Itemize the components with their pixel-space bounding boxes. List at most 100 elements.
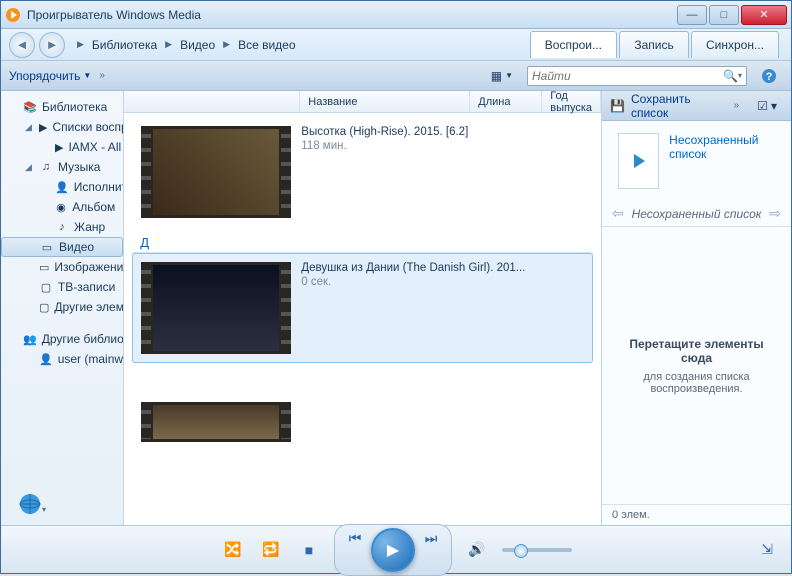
playlist-dropzone[interactable]: Перетащите элементы сюда для создания сп… bbox=[602, 227, 791, 504]
playlist-status: 0 элем. bbox=[602, 504, 791, 525]
sidebar: 📚Библиотека ◢▶Списки воспроизве ▶IAMX - … bbox=[1, 91, 124, 525]
help-button[interactable]: ? bbox=[755, 65, 783, 87]
svg-text:?: ? bbox=[766, 71, 773, 83]
repeat-button[interactable]: 🔁 bbox=[258, 537, 284, 563]
video-item[interactable]: Девушка из Дании (The Danish Girl). 201.… bbox=[132, 253, 593, 363]
volume-slider[interactable] bbox=[502, 548, 572, 552]
video-item[interactable]: Высотка (High-Rise). 2015. [6.2] 118 мин… bbox=[132, 117, 593, 227]
chevron-down-icon: ▼ bbox=[83, 71, 91, 80]
sidebar-video[interactable]: ▭Видео bbox=[1, 237, 123, 257]
video-length: 118 мин. bbox=[301, 140, 584, 152]
close-button[interactable]: ✕ bbox=[741, 5, 787, 25]
images-icon: ▭ bbox=[39, 260, 49, 274]
playlist-file-icon[interactable] bbox=[618, 133, 659, 189]
col-name[interactable]: Название bbox=[300, 91, 470, 112]
sidebar-playlist-item[interactable]: ▶IAMX - All album bbox=[1, 137, 123, 157]
stop-button[interactable]: ■ bbox=[296, 537, 322, 563]
sidebar-artist[interactable]: 👤Исполнитель bbox=[1, 177, 123, 197]
prev-button[interactable]: ⏮ bbox=[341, 528, 369, 550]
tab-burn[interactable]: Запись bbox=[619, 31, 689, 58]
collapse-icon[interactable]: ◢ bbox=[25, 122, 34, 133]
col-year[interactable]: Год выпуска bbox=[542, 91, 601, 112]
save-list-button[interactable]: Сохранить список bbox=[631, 92, 728, 120]
video-title: Девушка из Дании (The Danish Girl). 201.… bbox=[301, 262, 584, 274]
mute-button[interactable]: 🔊 bbox=[464, 537, 490, 563]
back-button[interactable]: ◄ bbox=[9, 32, 35, 58]
sidebar-other-libs[interactable]: 👥Другие библиотеки bbox=[1, 329, 123, 349]
playlist-icon: ▶ bbox=[39, 120, 47, 134]
video-list[interactable]: Высотка (High-Rise). 2015. [6.2] 118 мин… bbox=[124, 113, 601, 525]
playlist-name[interactable]: Несохраненный список bbox=[669, 133, 775, 189]
chevron-down-icon[interactable]: ▾ bbox=[738, 71, 742, 80]
playlist-toolbar: 💾 Сохранить список » ☑▾ bbox=[602, 91, 791, 121]
forward-button[interactable]: ► bbox=[39, 32, 65, 58]
sidebar-genre[interactable]: ♪Жанр bbox=[1, 217, 123, 237]
titlebar[interactable]: Проигрыватель Windows Media — □ ✕ bbox=[1, 1, 791, 29]
search-input[interactable] bbox=[532, 69, 723, 83]
video-meta: Высотка (High-Rise). 2015. [6.2] 118 мин… bbox=[301, 126, 584, 218]
column-headers: Название Длина Год выпуска bbox=[124, 91, 601, 113]
video-thumbnail[interactable] bbox=[141, 402, 291, 442]
tab-play[interactable]: Воспрои... bbox=[530, 31, 617, 58]
play-button[interactable]: ▶ bbox=[371, 528, 415, 572]
video-icon: ▭ bbox=[40, 240, 54, 254]
sidebar-library[interactable]: 📚Библиотека bbox=[1, 97, 123, 117]
playlist-header: Несохраненный список bbox=[602, 121, 791, 201]
playlist-nav-label: Несохраненный список bbox=[632, 207, 762, 221]
transport-group: ⏮ ▶ ⏭ bbox=[334, 524, 452, 576]
help-icon: ? bbox=[761, 68, 777, 84]
save-icon: 💾 bbox=[610, 99, 625, 113]
sidebar-album[interactable]: ◉Альбом bbox=[1, 197, 123, 217]
sidebar-music[interactable]: ◢♫Музыка bbox=[1, 157, 123, 177]
options-button[interactable]: ☑▾ bbox=[751, 96, 783, 116]
tab-sync[interactable]: Синхрон... bbox=[691, 31, 779, 58]
more-icon[interactable]: » bbox=[734, 100, 740, 111]
chevron-right-icon: ▶ bbox=[165, 39, 172, 50]
video-meta: Девушка из Дании (The Danish Girl). 201.… bbox=[301, 262, 584, 354]
online-stores-button[interactable]: ▾ bbox=[18, 490, 46, 518]
organize-menu[interactable]: Упорядочить ▼ bbox=[9, 69, 91, 83]
dropzone-sub: воспроизведения. bbox=[650, 383, 742, 395]
video-thumbnail[interactable] bbox=[141, 126, 291, 218]
search-box[interactable]: 🔍 ▾ bbox=[527, 66, 747, 86]
more-icon[interactable]: » bbox=[99, 70, 105, 81]
video-item[interactable] bbox=[132, 393, 593, 451]
toolbar-left: Упорядочить ▼ » ▦ ▼ 🔍 ▾ ? bbox=[1, 61, 791, 91]
switch-view-button[interactable]: ⇲ bbox=[761, 541, 773, 558]
wmp-icon bbox=[5, 7, 21, 23]
collapse-icon[interactable]: ◢ bbox=[25, 162, 34, 173]
chevron-down-icon: ▼ bbox=[505, 71, 513, 80]
svg-text:▾: ▾ bbox=[42, 505, 46, 514]
tv-icon: ▢ bbox=[39, 280, 53, 294]
playlist-nav: ⇦ Несохраненный список ⇨ bbox=[602, 201, 791, 227]
sidebar-tv[interactable]: ▢ТВ-записи bbox=[1, 277, 123, 297]
breadcrumb-video[interactable]: Видео bbox=[174, 34, 221, 56]
main-panel: Название Длина Год выпуска Высотка (High… bbox=[124, 91, 601, 525]
dropzone-sub: для создания списка bbox=[643, 371, 749, 383]
artist-icon: 👤 bbox=[55, 180, 69, 194]
view-mode-button[interactable]: ▦ ▼ bbox=[485, 66, 519, 86]
nav-bar: ◄ ► ▶ Библиотека ▶ Видео ▶ Все видео Вос… bbox=[1, 29, 791, 61]
minimize-button[interactable]: — bbox=[677, 5, 707, 25]
video-thumbnail[interactable] bbox=[141, 262, 291, 354]
sidebar-other[interactable]: ▢Другие элементы м bbox=[1, 297, 123, 317]
user-icon: 👤 bbox=[39, 352, 53, 366]
sidebar-playlists[interactable]: ◢▶Списки воспроизве bbox=[1, 117, 123, 137]
video-length: 0 сек. bbox=[301, 276, 584, 288]
playback-controls: 🔀 🔁 ■ ⏮ ▶ ⏭ 🔊 ⇲ bbox=[1, 525, 791, 573]
shuffle-button[interactable]: 🔀 bbox=[220, 537, 246, 563]
next-button[interactable]: ⏭ bbox=[417, 528, 445, 550]
search-icon[interactable]: 🔍 bbox=[723, 69, 738, 83]
col-spacer[interactable] bbox=[124, 91, 300, 112]
sidebar-images[interactable]: ▭Изображения bbox=[1, 257, 123, 277]
next-list-button[interactable]: ⇨ bbox=[769, 205, 781, 222]
prev-list-button[interactable]: ⇦ bbox=[612, 205, 624, 222]
grid-icon: ▦ bbox=[491, 69, 502, 83]
maximize-button[interactable]: □ bbox=[709, 5, 739, 25]
genre-icon: ♪ bbox=[55, 220, 69, 234]
breadcrumb-library[interactable]: Библиотека bbox=[86, 34, 163, 56]
window-title: Проигрыватель Windows Media bbox=[27, 8, 677, 22]
col-length[interactable]: Длина bbox=[470, 91, 542, 112]
sidebar-user[interactable]: 👤user (mainwork) bbox=[1, 349, 123, 369]
breadcrumb-all-video[interactable]: Все видео bbox=[232, 34, 301, 56]
